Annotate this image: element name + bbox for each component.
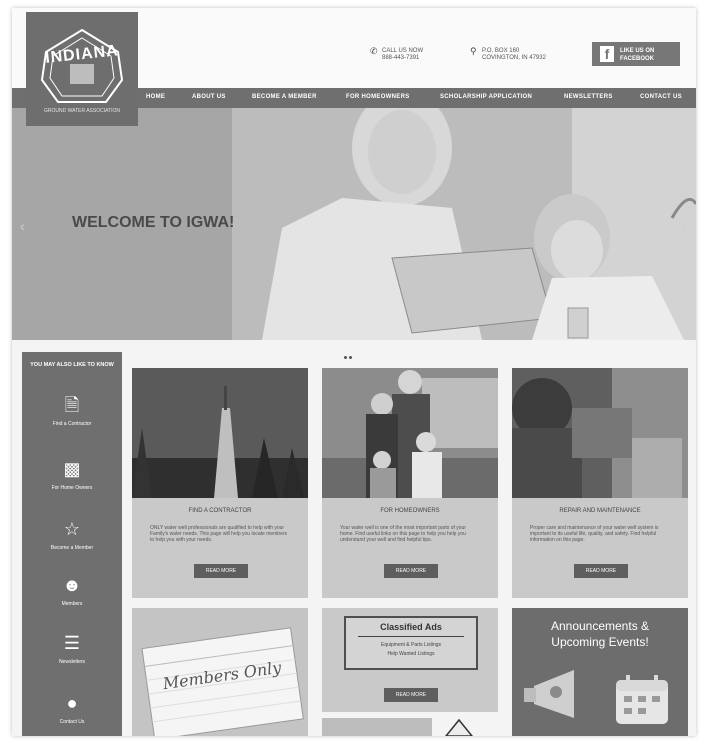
clipboard-icon: ☰	[63, 633, 81, 653]
sidebar-item-contact-us[interactable]: ● Contact Us	[22, 692, 122, 725]
sidebar-item-label: Find a Contractor	[52, 421, 92, 427]
card-find-a-contractor: FIND A CONTRACTOR ONLY water well profes…	[132, 368, 308, 598]
phone-contact[interactable]: ✆ CALL US NOW 888-443-7391	[370, 47, 424, 62]
classified-ads-title: Classified Ads	[380, 622, 442, 632]
megaphone-icon	[524, 670, 574, 718]
hero-dot[interactable]	[349, 356, 352, 359]
bottom-tile[interactable]	[322, 718, 432, 736]
hero-slider: WELCOME TO IGWA! ‹ ›	[12, 108, 696, 340]
document-icon: 🗎	[64, 395, 80, 415]
read-more-button[interactable]: READ MORE	[384, 564, 438, 578]
announcements-tile[interactable]: Announcements & Upcoming Events!	[512, 608, 688, 736]
facebook-icon: f	[600, 46, 614, 62]
phone-label: CALL US NOW	[382, 48, 424, 54]
page: ✆ CALL US NOW 888-443-7391 ⚲ P.O. BOX 16…	[12, 8, 696, 736]
hero-dot[interactable]	[344, 356, 347, 359]
divider	[358, 636, 464, 637]
sidebar: YOU MAY ALSO LIKE TO KNOW 🗎 Find a Contr…	[22, 352, 122, 736]
nav-for-homeowners[interactable]: FOR HOMEOWNERS	[346, 94, 410, 100]
read-more-button[interactable]: READ MORE	[574, 564, 628, 578]
members-only-tile[interactable]: Members Only	[132, 608, 308, 736]
sidebar-item-label: Become a Member	[50, 545, 94, 551]
diamond-badge-icon	[445, 718, 473, 736]
sidebar-item-become-a-member[interactable]: ☆ Become a Member	[22, 518, 122, 551]
card-photo	[512, 368, 688, 498]
classified-ads-tile: Classified Ads Equipment & Parts Listing…	[322, 608, 498, 712]
sidebar-item-members[interactable]: ☻ Members	[22, 574, 122, 607]
sidebar-item-label: For Home Owners	[51, 485, 93, 491]
phone-icon: ✆	[370, 46, 378, 56]
card-title: FIND A CONTRACTOR	[188, 508, 252, 514]
card-title: REPAIR AND MAINTENANCE	[559, 508, 641, 514]
facebook-line1: LIKE US ON	[620, 48, 655, 54]
card-title: FOR HOMEOWNERS	[380, 508, 440, 514]
sidebar-item-label: Newsletters	[58, 659, 86, 665]
nav-newsletters[interactable]: NEWSLETTERS	[564, 94, 613, 100]
sidebar-item-label: Members	[61, 601, 83, 607]
facebook-button[interactable]: f LIKE US ON FACEBOOK	[592, 42, 680, 66]
nav-home[interactable]: HOME	[146, 94, 165, 100]
address-line1: P.O. BOX 160	[482, 48, 520, 54]
megaphone-calendar-graphic	[524, 670, 668, 724]
location-icon: ●	[66, 693, 78, 713]
address-contact: ⚲ P.O. BOX 160 COVINGTON, IN 47932	[470, 47, 546, 62]
card-for-homeowners: FOR HOMEOWNERS Your water well is one of…	[322, 368, 498, 598]
address-line2: COVINGTON, IN 47932	[482, 55, 546, 61]
bottom-badge[interactable]	[444, 718, 474, 736]
card-photo	[322, 368, 498, 498]
hero-prev-arrow-icon[interactable]: ‹	[20, 218, 25, 234]
read-more-button[interactable]: READ MORE	[384, 688, 438, 702]
map-pin-icon: ⚲	[470, 46, 477, 56]
nav-about-us[interactable]: ABOUT US	[192, 94, 226, 100]
read-more-button[interactable]: READ MORE	[194, 564, 248, 578]
worker-icon: ☻	[62, 575, 82, 595]
classified-ads-box: Classified Ads Equipment & Parts Listing…	[344, 616, 478, 670]
hero-welcome-heading: WELCOME TO IGWA!	[72, 214, 235, 231]
card-description: Your water well is one of the most impor…	[340, 525, 466, 543]
handshake-icon: ☆	[63, 519, 81, 539]
card-description: ONLY water well professionals are qualif…	[150, 525, 288, 543]
sidebar-item-for-home-owners[interactable]: ▩ For Home Owners	[22, 458, 122, 491]
sidebar-item-label: Contact Us	[59, 719, 85, 725]
logo-subtitle: GROUND WATER ASSOCIATION	[43, 108, 121, 114]
sidebar-item-find-a-contractor[interactable]: 🗎 Find a Contractor	[22, 394, 122, 427]
nav-scholarship-application[interactable]: SCHOLARSHIP APPLICATION	[440, 94, 532, 100]
card-repair-and-maintenance: REPAIR AND MAINTENANCE Proper care and m…	[512, 368, 688, 598]
facebook-line2: FACEBOOK	[620, 56, 655, 62]
calendar-icon	[616, 675, 668, 724]
sidebar-item-newsletters[interactable]: ☰ Newsletters	[22, 632, 122, 665]
hero-next-arrow-icon[interactable]: ›	[682, 218, 687, 234]
tablet-icon: ▩	[63, 459, 81, 479]
nav-contact-us[interactable]: CONTACT US	[640, 94, 682, 100]
card-description: Proper care and maintenance of your wate…	[530, 525, 659, 543]
card-photo	[132, 368, 308, 498]
classified-ads-line2: Help Wanted Listings	[387, 651, 435, 657]
phone-number: 888-443-7391	[382, 55, 420, 61]
hero-pagination[interactable]	[343, 346, 353, 364]
site-logo[interactable]: INDIANA GROUND WATER ASSOCIATION	[26, 12, 138, 126]
nav-become-a-member[interactable]: BECOME A MEMBER	[252, 94, 317, 100]
classified-ads-line1: Equipment & Parts Listings	[380, 642, 442, 648]
sidebar-title: YOU MAY ALSO LIKE TO KNOW	[30, 362, 114, 368]
